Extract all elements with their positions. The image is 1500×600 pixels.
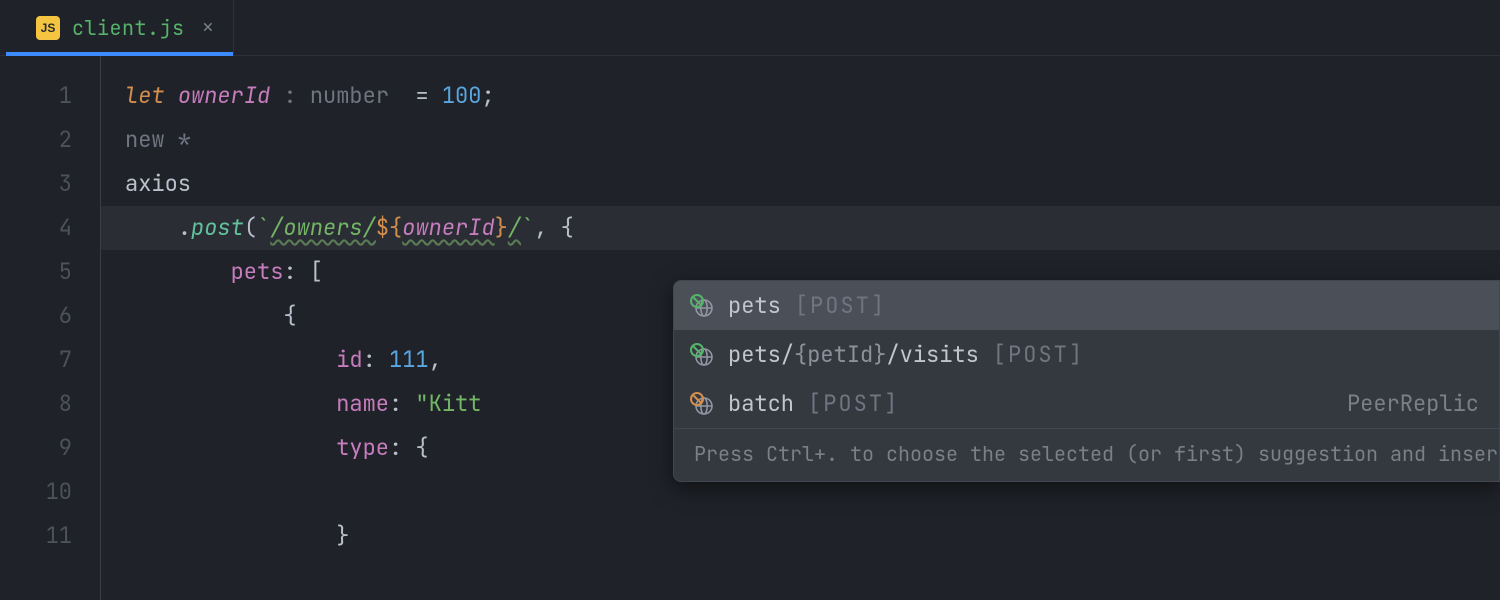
- autocomplete-hint: Press Ctrl+. to choose the selected (or …: [674, 428, 1499, 481]
- autocomplete-item[interactable]: pets/{petId}/visits [POST]: [674, 330, 1499, 379]
- code-line[interactable]: new *: [101, 118, 1500, 162]
- autocomplete-popup: pets [POST] pets/{petId}/visits [POST]: [673, 280, 1500, 482]
- code-line[interactable]: .post(`/owners/${ownerId}/`, {: [101, 206, 1500, 250]
- editor[interactable]: 1 2 3 4 5 6 7 8 9 10 11 let ownerId : nu…: [0, 56, 1500, 600]
- gutter: 1 2 3 4 5 6 7 8 9 10 11: [0, 56, 100, 600]
- line-number: 9: [0, 426, 72, 470]
- code-line[interactable]: let ownerId : number = 100;: [101, 74, 1500, 118]
- line-number: 1: [0, 74, 72, 118]
- code-line[interactable]: }: [101, 514, 1500, 558]
- suggestion-method: [POST]: [795, 291, 886, 320]
- endpoint-icon: [690, 294, 714, 318]
- line-number: 8: [0, 382, 72, 426]
- autocomplete-item[interactable]: pets [POST]: [674, 281, 1499, 330]
- js-file-icon: JS: [36, 16, 60, 40]
- line-number: 11: [0, 514, 72, 558]
- suggestion-origin: PeerReplic: [1347, 389, 1479, 418]
- suggestion-path: batch: [728, 389, 794, 418]
- tab-clientjs[interactable]: JS client.js ✕: [6, 0, 234, 55]
- tab-filename: client.js: [72, 15, 185, 41]
- line-number: 6: [0, 294, 72, 338]
- code-line[interactable]: axios: [101, 162, 1500, 206]
- line-number: 4: [0, 206, 72, 250]
- line-number: 7: [0, 338, 72, 382]
- suggestion-path: pets: [728, 291, 781, 320]
- code-area[interactable]: let ownerId : number = 100; new * axios …: [100, 56, 1500, 600]
- line-number: 3: [0, 162, 72, 206]
- endpoint-icon: [690, 343, 714, 367]
- line-number: 2: [0, 118, 72, 162]
- autocomplete-item[interactable]: batch [POST] PeerReplic: [674, 379, 1499, 428]
- line-number: 5: [0, 250, 72, 294]
- line-number: 10: [0, 470, 72, 514]
- suggestion-method: [POST]: [993, 340, 1084, 369]
- close-icon[interactable]: ✕: [203, 16, 214, 39]
- tab-bar: JS client.js ✕: [0, 0, 1500, 56]
- suggestion-method: [POST]: [808, 389, 899, 418]
- suggestion-path: pets/{petId}/visits: [728, 340, 979, 369]
- endpoint-icon: [690, 392, 714, 416]
